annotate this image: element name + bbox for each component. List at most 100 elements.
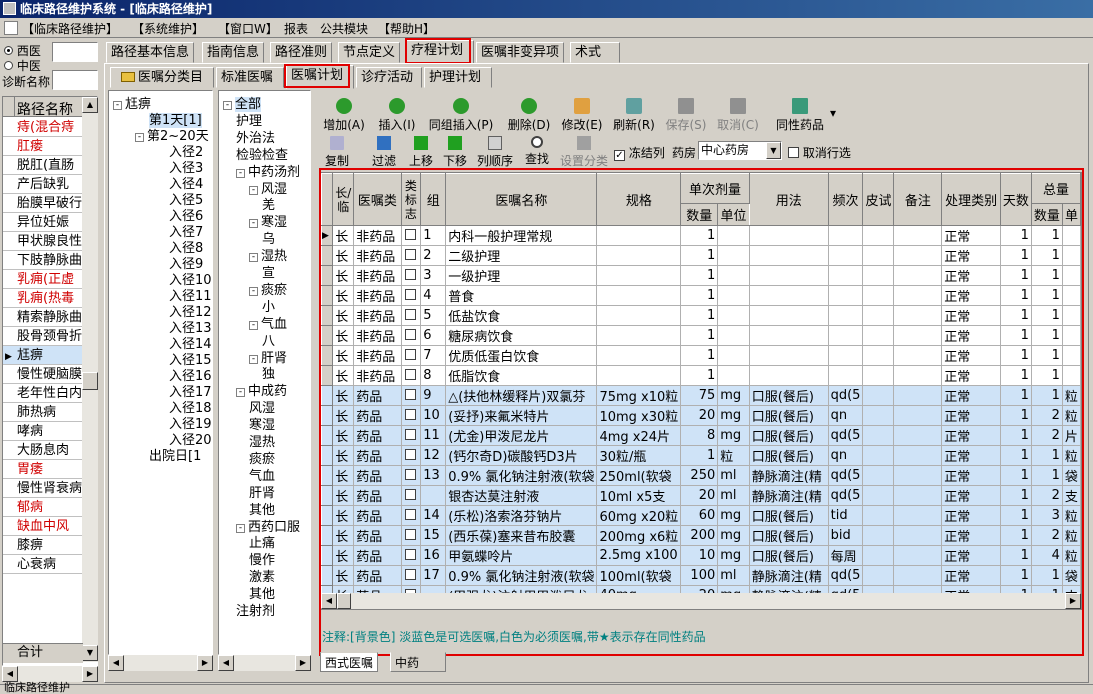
table-row[interactable]: 长药品 银杏达莫注射液 10ml x5支 20 ml 静脉滴注(精 qd(5 正常 1 2 支 — [321, 485, 1081, 506]
table-cell[interactable] — [748, 345, 829, 366]
table-cell[interactable]: 非药品 — [353, 285, 402, 306]
table-cell[interactable] — [400, 345, 422, 366]
table-cell[interactable]: 袋 — [1061, 565, 1081, 586]
scroll-right-icon[interactable]: ▶ — [82, 666, 98, 682]
table-cell[interactable]: ml — [717, 565, 750, 586]
table-cell[interactable]: 14 — [420, 505, 447, 526]
cancel-row-select-checkbox[interactable]: 取消行选 — [788, 144, 851, 161]
table-cell[interactable]: 1 — [1030, 345, 1063, 366]
table-cell[interactable] — [596, 305, 682, 326]
table-cell[interactable]: 正常 — [941, 345, 1001, 366]
flag-checkbox[interactable] — [405, 309, 417, 320]
table-cell[interactable]: 1 — [680, 245, 719, 266]
table-cell[interactable]: 长 — [332, 445, 355, 466]
table-cell[interactable]: 药品 — [353, 465, 402, 486]
table-cell[interactable]: 长 — [332, 285, 355, 306]
table-row[interactable]: 长药品 17 0.9% 氯化钠注射液(软袋 100ml(软袋 100 ml 静脉滴注(精 qd… — [321, 565, 1081, 586]
flag-checkbox[interactable] — [405, 269, 417, 280]
scroll-right-icon[interactable]: ▶ — [197, 655, 213, 671]
table-cell[interactable]: 20 — [680, 405, 719, 426]
grid-hscroll[interactable]: ◀ ▶ — [321, 593, 1081, 609]
scroll-down-icon[interactable]: ▼ — [82, 645, 98, 661]
table-cell[interactable]: 10ml x5支 — [596, 485, 682, 506]
table-cell[interactable]: 长 — [332, 225, 355, 246]
menu-clinical-path[interactable]: 【临床路径维护】 — [22, 20, 118, 37]
scroll-thumb[interactable] — [82, 372, 98, 390]
scroll-up-icon[interactable]: ▲ — [82, 97, 98, 113]
col-days[interactable]: 天数 — [999, 173, 1032, 226]
table-cell[interactable] — [748, 225, 829, 246]
table-cell[interactable] — [862, 425, 895, 446]
table-cell[interactable] — [893, 465, 943, 486]
flag-checkbox[interactable] — [405, 249, 417, 260]
table-cell[interactable]: 药品 — [353, 445, 402, 466]
radio-west[interactable] — [4, 46, 13, 55]
table-cell[interactable] — [862, 545, 895, 566]
table-cell[interactable]: 3 — [1030, 505, 1063, 526]
cancel-button[interactable]: 取消(C) — [714, 98, 762, 133]
freeze-columns-checkbox[interactable]: ✓ 冻结列 — [614, 144, 665, 161]
table-cell[interactable]: 1 — [999, 305, 1032, 326]
table-cell[interactable]: 长 — [332, 565, 355, 586]
table-row[interactable]: 长药品 14 (乐松)洛索洛芬钠片 60mg x20粒 60 mg 口服(餐后) tid 正常 1… — [321, 505, 1081, 526]
path-list-item[interactable]: 哮病 — [3, 422, 83, 441]
col-dose-unit[interactable]: 单位 — [717, 203, 750, 226]
table-cell[interactable] — [400, 225, 422, 246]
table-cell[interactable]: 正常 — [941, 325, 1001, 346]
table-cell[interactable] — [596, 345, 682, 366]
table-cell[interactable]: 粒 — [1061, 445, 1081, 466]
table-cell[interactable] — [400, 365, 422, 386]
col-total-qty[interactable]: 数量 — [1030, 203, 1063, 226]
table-cell[interactable]: 200 — [680, 525, 719, 546]
table-cell[interactable]: 糖尿病饮食 — [445, 325, 598, 346]
scroll-right-icon[interactable]: ▶ — [1065, 593, 1081, 609]
table-cell[interactable]: 2 — [1030, 485, 1063, 506]
path-list-item[interactable]: 股骨颈骨折 — [3, 327, 83, 346]
table-cell[interactable]: 长 — [332, 525, 355, 546]
col-group[interactable]: 组 — [420, 173, 447, 226]
table-cell[interactable]: qd(5 — [827, 485, 864, 506]
table-cell[interactable] — [893, 365, 943, 386]
table-row[interactable]: 长药品 13 0.9% 氯化钠注射液(软袋 250ml(软袋 250 ml 静脉滴注(精 qd… — [321, 465, 1081, 486]
table-cell[interactable]: 口服(餐后) — [748, 525, 829, 546]
table-cell[interactable]: 1 — [1030, 445, 1063, 466]
collapse-icon[interactable]: - — [135, 133, 144, 142]
path-list-item[interactable]: 肺热病 — [3, 403, 83, 422]
table-cell[interactable]: 粒 — [1061, 385, 1081, 406]
table-cell[interactable]: 药品 — [353, 485, 402, 506]
table-cell[interactable]: 1 — [999, 365, 1032, 386]
table-row[interactable]: 长药品 9 △(扶他林缓释片)双氯芬 75mg x10粒 75 mg 口服(餐后) qd(5 正… — [321, 385, 1081, 406]
table-cell[interactable]: mg — [717, 385, 750, 406]
table-cell[interactable]: 口服(餐后) — [748, 405, 829, 426]
pharmacy-select[interactable]: 中心药房 ▼ — [698, 141, 782, 160]
tab-western-orders[interactable]: 西式医嘱 — [320, 652, 379, 672]
col-category-flag[interactable]: 类标志 — [400, 173, 422, 226]
collapse-icon[interactable]: - — [249, 253, 258, 263]
tab-standard-order[interactable]: 标准医嘱 — [216, 67, 284, 88]
table-cell[interactable] — [1061, 325, 1081, 346]
table-cell[interactable]: 100 — [680, 565, 719, 586]
path-list-item[interactable]: 大肠息肉 — [3, 441, 83, 460]
table-cell[interactable]: 1 — [420, 225, 447, 246]
path-list-item[interactable]: 精索静脉曲 — [3, 308, 83, 327]
chevron-down-icon[interactable]: ▼ — [766, 142, 781, 159]
table-cell[interactable] — [862, 465, 895, 486]
table-cell[interactable]: 口服(餐后) — [748, 505, 829, 526]
table-cell[interactable]: 袋 — [1061, 465, 1081, 486]
table-cell[interactable]: 1 — [999, 225, 1032, 246]
table-cell[interactable]: 非药品 — [353, 365, 402, 386]
collapse-icon[interactable]: - — [223, 101, 232, 110]
table-cell[interactable]: 粒 — [1061, 545, 1081, 566]
table-cell[interactable]: 1 — [999, 545, 1032, 566]
menu-window[interactable]: 【窗口W】 — [218, 20, 278, 37]
table-cell[interactable]: 6 — [420, 325, 447, 346]
table-cell[interactable] — [748, 285, 829, 306]
table-cell[interactable] — [827, 245, 864, 266]
table-cell[interactable]: 粒 — [1061, 525, 1081, 546]
table-cell[interactable]: 60mg x20粒 — [596, 505, 682, 526]
table-cell[interactable]: 11 — [420, 425, 447, 446]
table-cell[interactable]: bid — [827, 525, 864, 546]
table-cell[interactable] — [1061, 245, 1081, 266]
table-cell[interactable]: 正常 — [941, 545, 1001, 566]
col-skin-test[interactable]: 皮试 — [862, 173, 895, 226]
